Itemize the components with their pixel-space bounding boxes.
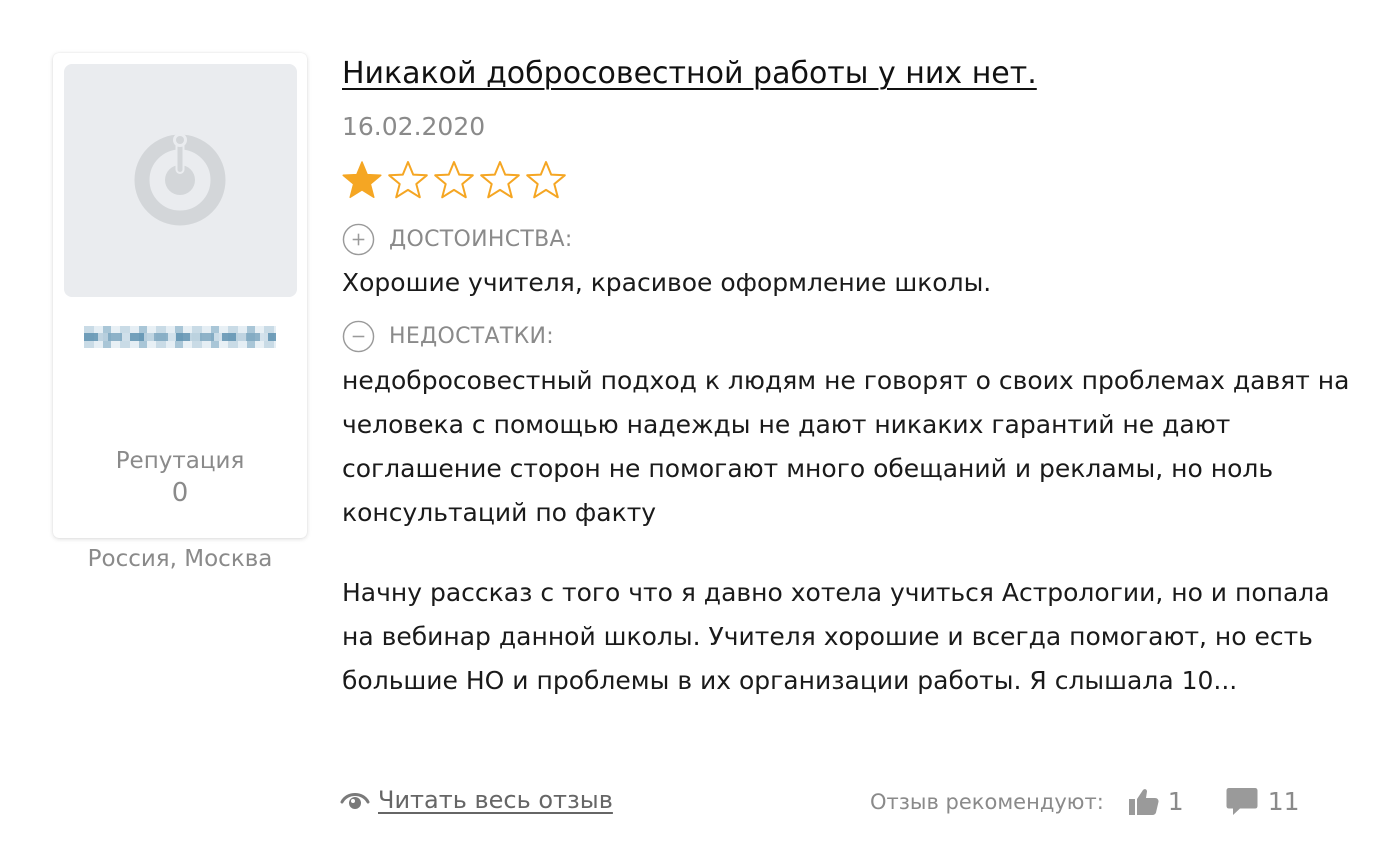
star-empty-icon: [526, 161, 566, 199]
author-name-blurred[interactable]: [84, 326, 276, 348]
author-name-placeholder: [84, 326, 276, 348]
like-button[interactable]: 1: [1128, 786, 1184, 818]
pros-label: ДОСТОИНСТВА:: [389, 226, 573, 252]
pros-header: ДОСТОИНСТВА:: [342, 223, 573, 256]
default-avatar-icon: [134, 133, 226, 226]
star-empty-icon: [388, 161, 428, 199]
read-full-review-link[interactable]: Читать весь отзыв: [340, 784, 613, 816]
recommend-label: Отзыв рекомендуют:: [870, 790, 1104, 814]
cons-label: НЕДОСТАТКИ:: [389, 323, 555, 349]
cons-text: недобросовестный подход к людям не говор…: [342, 366, 1350, 527]
plus-circle-icon: [342, 223, 375, 256]
minus-circle-icon: [342, 320, 375, 353]
comments-count: 11: [1267, 787, 1300, 816]
star-rating: [341, 160, 567, 200]
pros-text: Хорошие учителя, красивое оформление шко…: [342, 268, 992, 297]
reputation-label: Репутация: [115, 448, 245, 474]
recommend-bar: Отзыв рекомендуют: 1 11: [870, 786, 1300, 818]
author-card: Репутация 0 Россия, Москва: [53, 53, 307, 572]
reputation-value: 0: [171, 478, 189, 508]
comments-button[interactable]: 11: [1226, 786, 1300, 818]
review-excerpt: Начну рассказ с того что я давно хотела …: [342, 578, 1330, 695]
star-empty-icon: [480, 161, 520, 199]
review-date: 16.02.2020: [342, 112, 486, 141]
read-more-label: Читать весь отзыв: [378, 786, 613, 814]
review-title-link[interactable]: Никакой добросовестной работы у них нет.: [342, 54, 1037, 94]
cons-header: НЕДОСТАТКИ:: [342, 320, 554, 353]
speech-bubble-icon: [1226, 788, 1258, 815]
eye-icon: [340, 793, 370, 809]
thumbs-up-icon: [1128, 789, 1159, 815]
author-location: Россия, Москва: [87, 546, 273, 572]
avatar[interactable]: [64, 64, 297, 297]
likes-count: 1: [1167, 787, 1184, 816]
star-empty-icon: [434, 161, 474, 199]
star-filled-icon: [342, 161, 382, 199]
